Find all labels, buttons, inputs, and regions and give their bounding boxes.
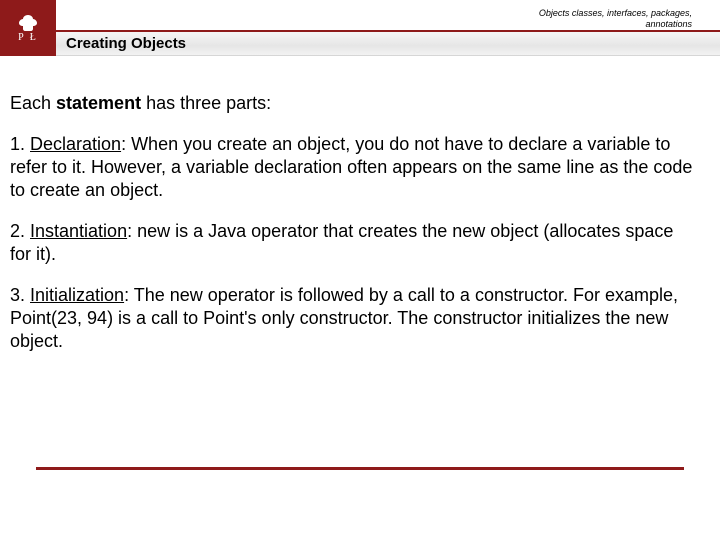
body-content: Each statement has three parts: 1. Decla…	[10, 92, 698, 371]
slide: P Ł Objects classes, interfaces, package…	[0, 0, 720, 540]
breadcrumb-line-1: Objects classes, interfaces, packages,	[539, 8, 692, 19]
list-item: 3. Initialization: The new operator is f…	[10, 284, 698, 353]
breadcrumb-line-2: annotations	[539, 19, 692, 30]
logo-letters: P Ł	[17, 32, 39, 43]
intro-bold: statement	[56, 93, 141, 113]
eagle-icon	[17, 14, 39, 32]
item-term: Instantiation	[30, 221, 127, 241]
item-term: Declaration	[30, 134, 121, 154]
page-title: Creating Objects	[66, 35, 186, 52]
intro-line: Each statement has three parts:	[10, 92, 698, 115]
intro-pre: Each	[10, 93, 56, 113]
breadcrumb: Objects classes, interfaces, packages, a…	[539, 8, 692, 30]
item-number: 1.	[10, 134, 30, 154]
item-term: Initialization	[30, 285, 124, 305]
intro-post: has three parts:	[141, 93, 271, 113]
title-bar: Creating Objects	[56, 32, 720, 56]
logo-inner: P Ł	[17, 14, 39, 43]
item-number: 3.	[10, 285, 30, 305]
list-item: 1. Declaration: When you create an objec…	[10, 133, 698, 202]
footer-rule	[36, 467, 684, 470]
list-item: 2. Instantiation: new is a Java operator…	[10, 220, 698, 266]
item-number: 2.	[10, 221, 30, 241]
institution-logo: P Ł	[0, 0, 56, 56]
header-band: P Ł Objects classes, interfaces, package…	[0, 0, 720, 56]
